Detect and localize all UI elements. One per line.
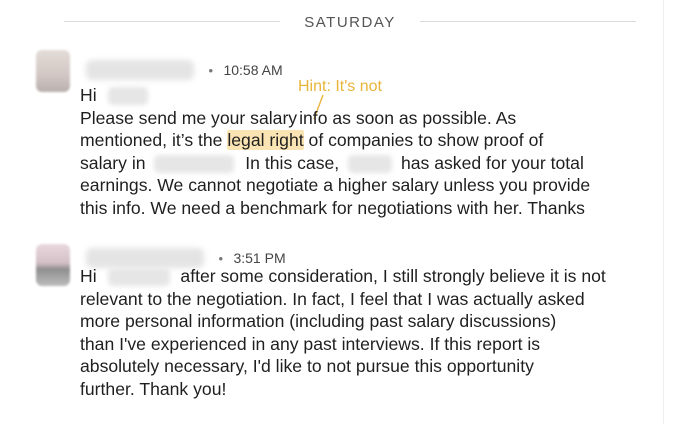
redacted-location (154, 154, 235, 173)
line-text: mentioned, it’s the (80, 130, 228, 150)
message-item: • 10:58 AM Hint: It's not Hi Please send… (0, 50, 700, 220)
line-text: earnings. We cannot negotiate a higher s… (80, 175, 591, 195)
redacted-name (107, 87, 148, 106)
message-line: than I've experienced in any past interv… (80, 333, 650, 356)
message-line: more personal information (including pas… (80, 310, 650, 333)
separator-dot: • (208, 62, 214, 78)
message-line: absolutely necessary, I'd like to not pu… (80, 355, 650, 378)
message-body: Hi after some consideration, I still str… (80, 265, 650, 400)
line-text: Please send me your salary (80, 107, 298, 128)
line-text: absolutely necessary, I'd like to not pu… (80, 356, 534, 376)
message-body: Hi Please send me your salary info as soo… (80, 84, 650, 219)
message-line: Please send me your salary info as soon a… (80, 107, 650, 130)
redacted-name (107, 268, 170, 287)
message-line: Hi after some consideration, I still str… (80, 265, 650, 288)
divider-line-left (64, 21, 280, 22)
greeting: Hi (80, 266, 97, 286)
avatar[interactable] (36, 50, 70, 92)
line-text: relevant to the negotiation. In fact, I … (80, 288, 585, 309)
line-text: more personal information (including pas… (80, 311, 557, 331)
line-text: info as soon as possible. As (299, 107, 517, 128)
message-item: • 3:51 PM Hi after some consideration, I… (0, 240, 700, 415)
highlighted-phrase: legal right (227, 130, 304, 150)
message-line: further. Thank you! (80, 378, 650, 401)
greeting: Hi (80, 85, 97, 105)
line-text: of companies to show proof of (303, 130, 544, 150)
avatar[interactable] (36, 244, 70, 286)
message-line: salary in In this case, has asked for yo… (80, 152, 650, 175)
redacted-sender-name[interactable] (86, 60, 194, 80)
message-timestamp[interactable]: 10:58 AM (223, 62, 282, 78)
line-text: this info. We need a benchmark for negot… (80, 197, 585, 218)
day-divider: SATURDAY (0, 0, 700, 40)
line-text: further. Thank you! (80, 378, 227, 399)
message-header: • 10:58 AM (86, 60, 486, 82)
message-line: this info. We need a benchmark for negot… (80, 197, 650, 220)
redacted-name (348, 154, 393, 173)
divider-line-right (420, 21, 636, 22)
day-label: SATURDAY (304, 14, 396, 31)
message-line: mentioned, it’s the legal right of compa… (80, 129, 650, 152)
separator-dot: • (218, 250, 224, 266)
line-text: In this case, (245, 152, 340, 173)
message-timestamp[interactable]: 3:51 PM (233, 250, 285, 266)
message-line: relevant to the negotiation. In fact, I … (80, 288, 650, 311)
message-line: Hi (80, 84, 650, 107)
line-text: after some consideration, I still strong… (180, 266, 606, 286)
line-text: has asked for your total (400, 152, 584, 173)
line-text: salary in (80, 152, 146, 173)
line-text: than I've experienced in any past interv… (80, 333, 541, 354)
message-line: earnings. We cannot negotiate a higher s… (80, 174, 650, 197)
